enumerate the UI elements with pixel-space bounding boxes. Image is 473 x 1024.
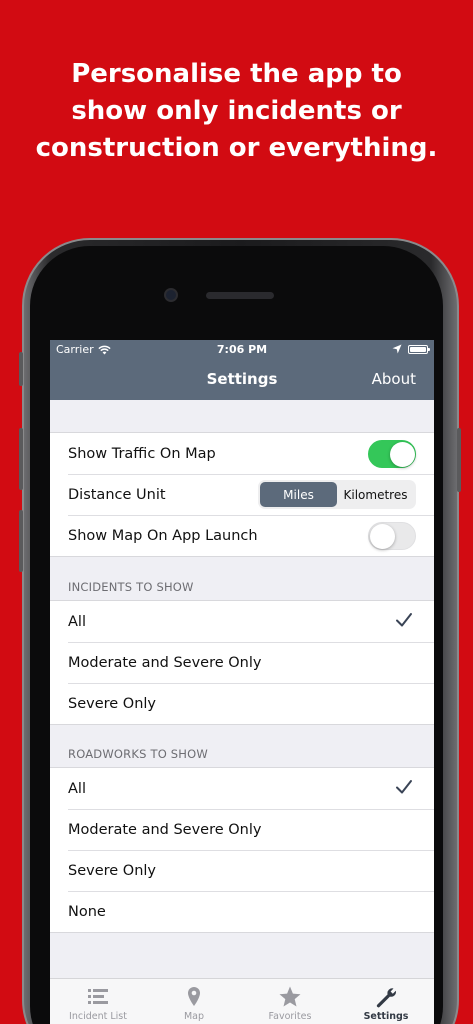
tab-map[interactable]: Map (146, 979, 242, 1024)
show-map-launch-row: Show Map On App Launch (50, 515, 434, 556)
wrench-icon (376, 988, 396, 1008)
incidents-option-severe[interactable]: Severe Only (50, 683, 434, 724)
option-label: All (68, 613, 86, 630)
about-button[interactable]: About (372, 370, 416, 388)
roadworks-option-none[interactable]: None (50, 891, 434, 932)
tab-label: Map (183, 1011, 205, 1022)
incidents-section-header: INCIDENTS TO SHOW (68, 580, 194, 594)
earpiece-speaker (206, 292, 274, 299)
show-map-launch-label: Show Map On App Launch (68, 527, 258, 544)
option-label: Severe Only (68, 862, 157, 879)
star-icon (279, 986, 301, 1007)
location-arrow-icon (392, 344, 402, 354)
incidents-group: All Moderate and Severe Only Severe Only (50, 600, 434, 725)
incidents-option-all[interactable]: All (50, 601, 434, 642)
segment-kilometres[interactable]: Kilometres (337, 482, 414, 507)
option-label: Moderate and Severe Only (68, 821, 262, 838)
list-icon (88, 989, 108, 1004)
show-map-launch-toggle[interactable] (368, 522, 416, 550)
roadworks-group: All Moderate and Severe Only Severe Only… (50, 767, 434, 933)
promo-headline: Personalise the app to show only inciden… (35, 59, 438, 163)
incidents-option-moderate-severe[interactable]: Moderate and Severe Only (50, 642, 434, 683)
roadworks-option-severe[interactable]: Severe Only (50, 850, 434, 891)
roadworks-option-moderate-severe[interactable]: Moderate and Severe Only (50, 809, 434, 850)
power-button (457, 428, 461, 492)
battery-icon (408, 344, 430, 354)
front-camera (164, 288, 178, 302)
app-screen: Carrier 7:06 PM Settings About Show Traf… (50, 340, 434, 1024)
mute-switch (19, 352, 23, 386)
option-label: Severe Only (68, 695, 157, 712)
general-settings-group: Show Traffic On Map Distance Unit Miles … (50, 432, 434, 557)
option-label: None (68, 903, 106, 920)
volume-up-button (19, 428, 23, 490)
show-traffic-row: Show Traffic On Map (50, 433, 434, 474)
navigation-bar: Settings About (50, 360, 434, 400)
option-label: Moderate and Severe Only (68, 654, 262, 671)
distance-unit-segmented-control: Miles Kilometres (258, 480, 416, 509)
option-label: All (68, 780, 86, 797)
checkmark-icon (396, 780, 412, 794)
status-time: 7:06 PM (216, 343, 268, 356)
tab-bar: Incident List Map Favorites Settings (50, 978, 434, 1024)
status-bar: Carrier 7:06 PM (50, 340, 434, 360)
show-traffic-toggle[interactable] (368, 440, 416, 468)
distance-unit-row: Distance Unit Miles Kilometres (50, 474, 434, 515)
tab-label: Settings (363, 1011, 409, 1022)
tab-settings[interactable]: Settings (338, 979, 434, 1024)
roadworks-section-header: ROADWORKS TO SHOW (68, 747, 208, 761)
segment-miles[interactable]: Miles (260, 482, 337, 507)
tab-label: Favorites (268, 1011, 312, 1022)
tab-favorites[interactable]: Favorites (242, 979, 338, 1024)
tab-incident-list[interactable]: Incident List (50, 979, 146, 1024)
volume-down-button (19, 510, 23, 572)
map-pin-icon (188, 987, 200, 1006)
tab-label: Incident List (69, 1011, 127, 1022)
roadworks-option-all[interactable]: All (50, 768, 434, 809)
checkmark-icon (396, 613, 412, 627)
show-traffic-label: Show Traffic On Map (68, 445, 216, 462)
distance-unit-label: Distance Unit (68, 486, 166, 503)
